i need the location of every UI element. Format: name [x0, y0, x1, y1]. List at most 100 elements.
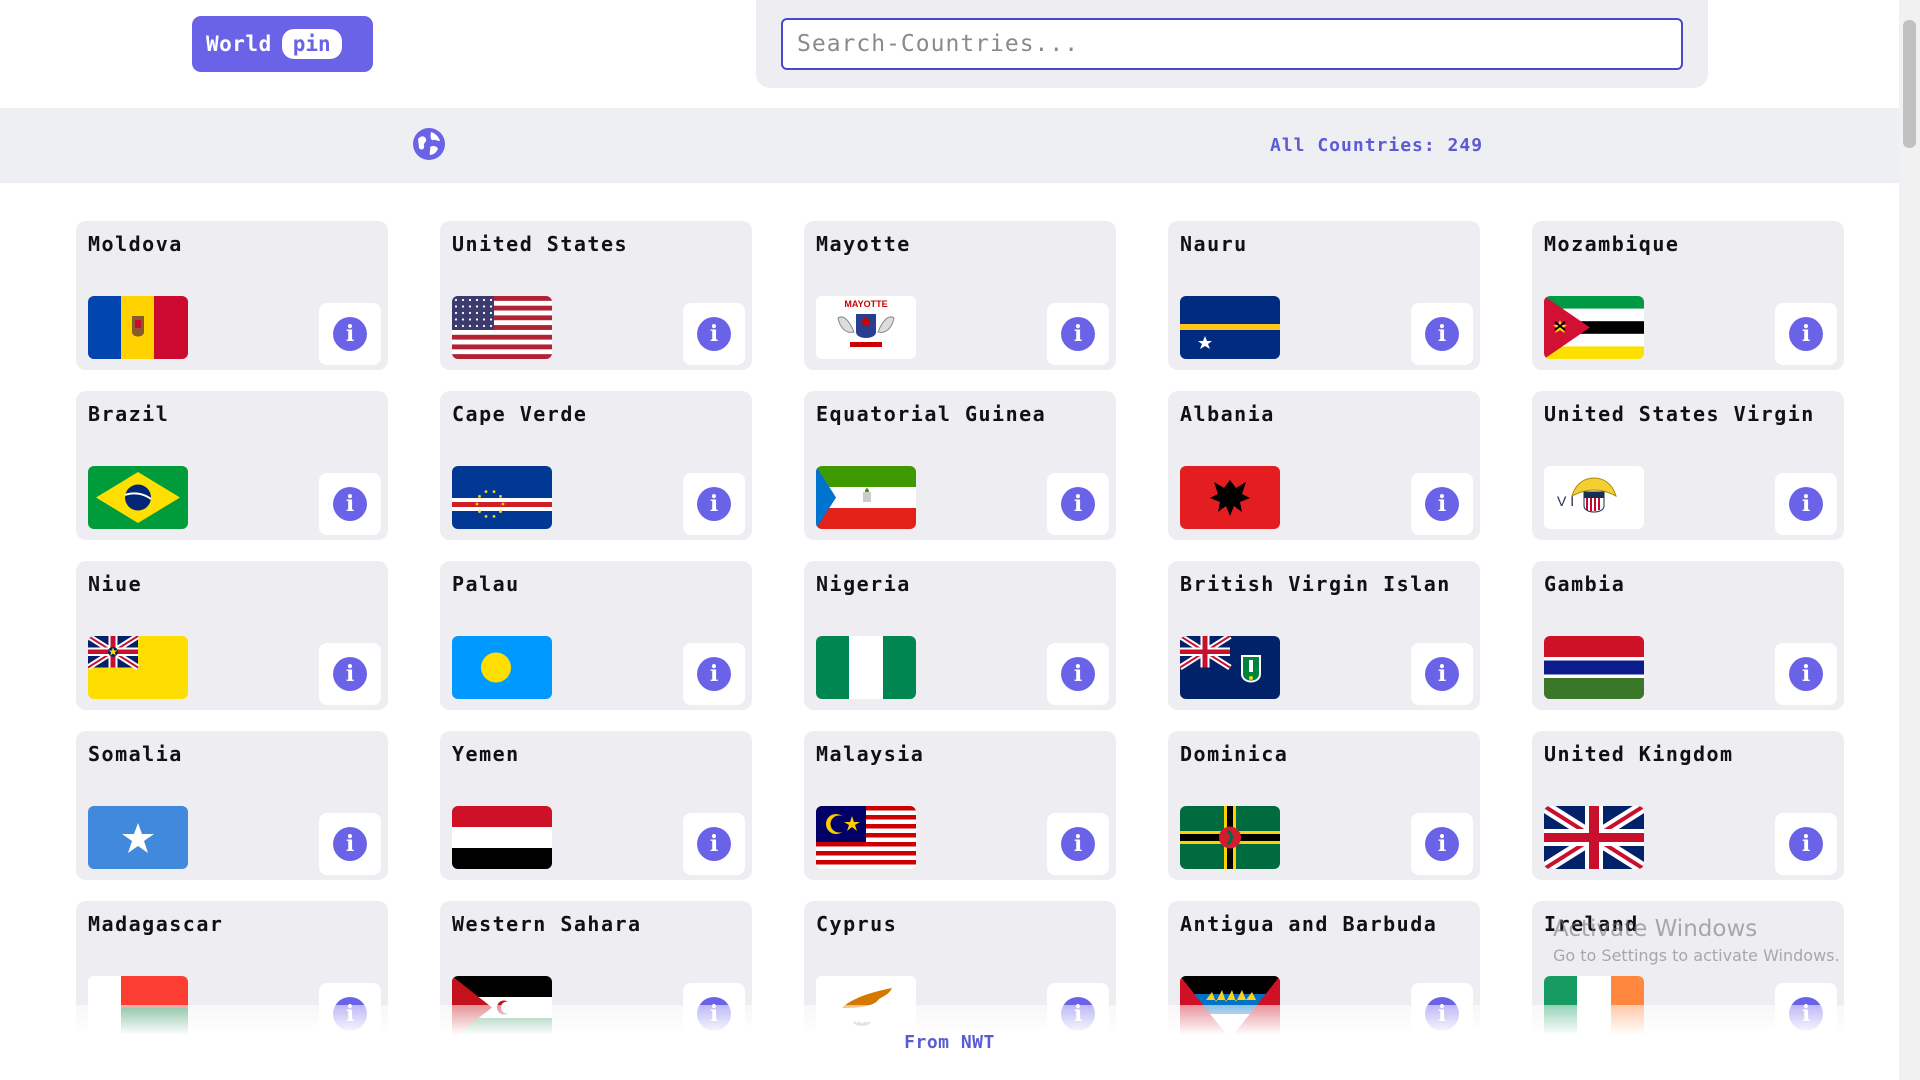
vertical-scrollbar[interactable] [1899, 0, 1920, 1080]
info-button[interactable]: i [319, 473, 381, 535]
logo-pill: pin [281, 29, 342, 59]
country-card[interactable]: Somalia i [76, 731, 388, 880]
country-card[interactable]: Nigeria i [804, 561, 1116, 710]
country-card[interactable]: United States i [440, 221, 752, 370]
dominica-flag-image [1180, 806, 1280, 869]
country-card[interactable]: Moldova i [76, 221, 388, 370]
info-icon: i [1061, 827, 1095, 861]
search-input[interactable] [781, 18, 1683, 70]
info-icon: i [1061, 487, 1095, 521]
us-virgin-islands-flag-image: V I [1544, 466, 1644, 529]
country-name: United States [452, 232, 629, 256]
info-icon: i [697, 827, 731, 861]
country-card[interactable]: Niue i [76, 561, 388, 710]
info-button[interactable]: i [1775, 303, 1837, 365]
info-icon: i [697, 317, 731, 351]
country-name: Dominica [1180, 742, 1289, 766]
info-icon: i [1789, 487, 1823, 521]
mayotte-flag-image: MAYOTTE [816, 296, 916, 359]
country-name: Albania [1180, 402, 1275, 426]
info-button[interactable]: i [1411, 643, 1473, 705]
info-button[interactable]: i [1047, 643, 1109, 705]
info-button[interactable]: i [1775, 813, 1837, 875]
country-card[interactable]: Gambia i [1532, 561, 1844, 710]
country-card[interactable]: British Virgin Islan i [1168, 561, 1480, 710]
footer-text: From NWT [904, 1032, 995, 1053]
country-name: Mozambique [1544, 232, 1680, 256]
country-card[interactable]: Albania i [1168, 391, 1480, 540]
nigeria-flag-image [816, 636, 916, 699]
country-name: Nigeria [816, 572, 911, 596]
logo[interactable]: World pin [192, 16, 373, 72]
info-icon: i [1425, 657, 1459, 691]
country-name: Malaysia [816, 742, 925, 766]
scrollbar-thumb[interactable] [1903, 20, 1916, 148]
info-button[interactable]: i [1411, 303, 1473, 365]
country-name: Ireland [1544, 912, 1639, 936]
country-name: United States Virgin [1544, 402, 1815, 426]
info-button[interactable]: i [683, 473, 745, 535]
country-card[interactable]: Mozambique i [1532, 221, 1844, 370]
moldova-flag-image [88, 296, 188, 359]
palau-flag-image [452, 636, 552, 699]
info-button[interactable]: i [1047, 303, 1109, 365]
country-card[interactable]: Cape Verde i [440, 391, 752, 540]
nauru-flag-image [1180, 296, 1280, 359]
yemen-flag-image [452, 806, 552, 869]
country-name: Niue [88, 572, 143, 596]
country-card[interactable]: Equatorial Guinea i [804, 391, 1116, 540]
country-name: Somalia [88, 742, 183, 766]
country-name: Equatorial Guinea [816, 402, 1047, 426]
info-button[interactable]: i [319, 303, 381, 365]
info-icon: i [1425, 317, 1459, 351]
country-card[interactable]: Yemen i [440, 731, 752, 880]
country-card[interactable]: Palau i [440, 561, 752, 710]
united-states-flag-image [452, 296, 552, 359]
country-name: Yemen [452, 742, 520, 766]
search-container [756, 0, 1708, 88]
info-button[interactable]: i [319, 813, 381, 875]
info-icon: i [697, 487, 731, 521]
country-card[interactable]: United Kingdom i [1532, 731, 1844, 880]
info-button[interactable]: i [683, 643, 745, 705]
info-icon: i [1425, 487, 1459, 521]
country-name: Madagascar [88, 912, 224, 936]
info-button[interactable]: i [319, 643, 381, 705]
info-icon: i [1425, 827, 1459, 861]
info-button[interactable]: i [1775, 643, 1837, 705]
info-icon: i [333, 827, 367, 861]
logo-word: World [206, 32, 272, 56]
mayotte-flag-text: MAYOTTE [844, 299, 887, 309]
info-button[interactable]: i [1775, 473, 1837, 535]
country-name: Mayotte [816, 232, 911, 256]
footer: From NWT [0, 1005, 1899, 1080]
info-icon: i [1789, 657, 1823, 691]
somalia-flag-image [88, 806, 188, 869]
top-bar: World pin [0, 0, 1899, 108]
country-card[interactable]: Dominica i [1168, 731, 1480, 880]
country-card[interactable]: Mayotte MAYOTTE i [804, 221, 1116, 370]
country-name: Cyprus [816, 912, 898, 936]
info-bar: All Countries: 249 [0, 108, 1899, 183]
globe-icon [413, 128, 445, 160]
info-button[interactable]: i [683, 813, 745, 875]
info-icon: i [1061, 657, 1095, 691]
country-name: Palau [452, 572, 520, 596]
info-button[interactable]: i [1047, 473, 1109, 535]
info-button[interactable]: i [683, 303, 745, 365]
country-card[interactable]: Nauru i [1168, 221, 1480, 370]
country-grid: Moldova i United States i Mayotte MAYOTTE i Nau… [76, 221, 1844, 1050]
country-name: Antigua and Barbuda [1180, 912, 1438, 936]
country-card[interactable]: United States Virgin V I i [1532, 391, 1844, 540]
info-button[interactable]: i [1411, 813, 1473, 875]
equatorial-guinea-flag-image [816, 466, 916, 529]
info-icon: i [333, 657, 367, 691]
country-name: Cape Verde [452, 402, 588, 426]
info-icon: i [333, 317, 367, 351]
country-card[interactable]: Malaysia i [804, 731, 1116, 880]
info-button[interactable]: i [1411, 473, 1473, 535]
brazil-flag-image [88, 466, 188, 529]
country-card[interactable]: Brazil i [76, 391, 388, 540]
niue-flag-image [88, 636, 188, 699]
info-button[interactable]: i [1047, 813, 1109, 875]
